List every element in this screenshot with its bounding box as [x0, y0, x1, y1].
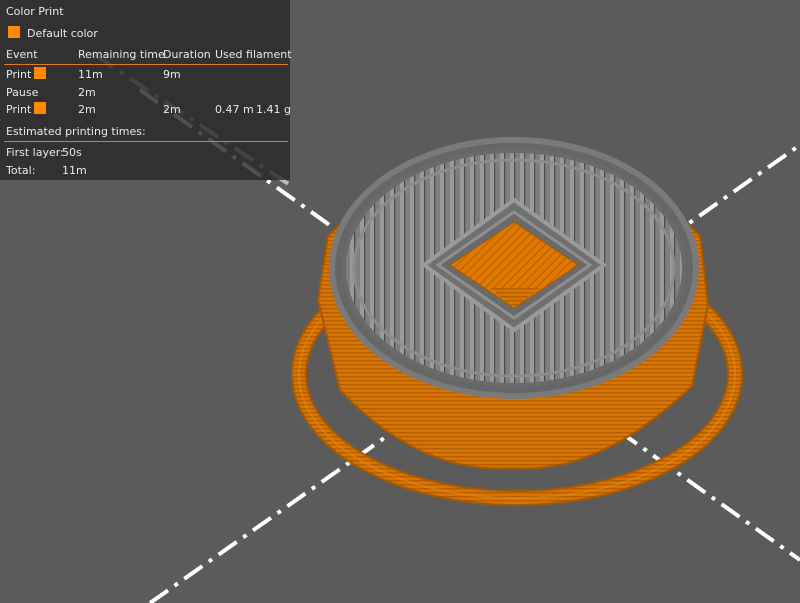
row-event: Pause: [6, 86, 39, 99]
column-header-used-filament: Used filament: [215, 48, 292, 61]
estimate-separator: [4, 141, 288, 142]
first-layer-value: 50s: [62, 146, 82, 159]
column-header-remaining-time: Remaining time: [78, 48, 165, 61]
row-remaining: 2m: [78, 86, 96, 99]
row-event: Print: [6, 103, 32, 116]
orange-swatch-icon: [34, 102, 46, 114]
header-separator: [4, 64, 288, 65]
total-value: 11m: [62, 164, 87, 177]
row-remaining: 2m: [78, 103, 96, 116]
estimated-times-heading: Estimated printing times:: [6, 125, 146, 138]
first-layer-label: First layer:: [6, 146, 64, 159]
column-header-duration: Duration: [163, 48, 211, 61]
row-filament-length: 0.47 m: [215, 103, 254, 116]
orange-swatch-icon: [34, 67, 46, 79]
color-print-legend: Color Print Default color Event Remainin…: [0, 0, 292, 180]
legend-title: Color Print: [6, 5, 64, 18]
row-remaining: 11m: [78, 68, 103, 81]
default-color-label: Default color: [27, 27, 98, 40]
row-duration: 9m: [163, 68, 181, 81]
orange-swatch-icon: [8, 26, 20, 38]
column-header-event: Event: [6, 48, 38, 61]
row-event: Print: [6, 68, 32, 81]
total-label: Total:: [6, 164, 36, 177]
row-filament-weight: 1.41 g: [256, 103, 291, 116]
row-duration: 2m: [163, 103, 181, 116]
